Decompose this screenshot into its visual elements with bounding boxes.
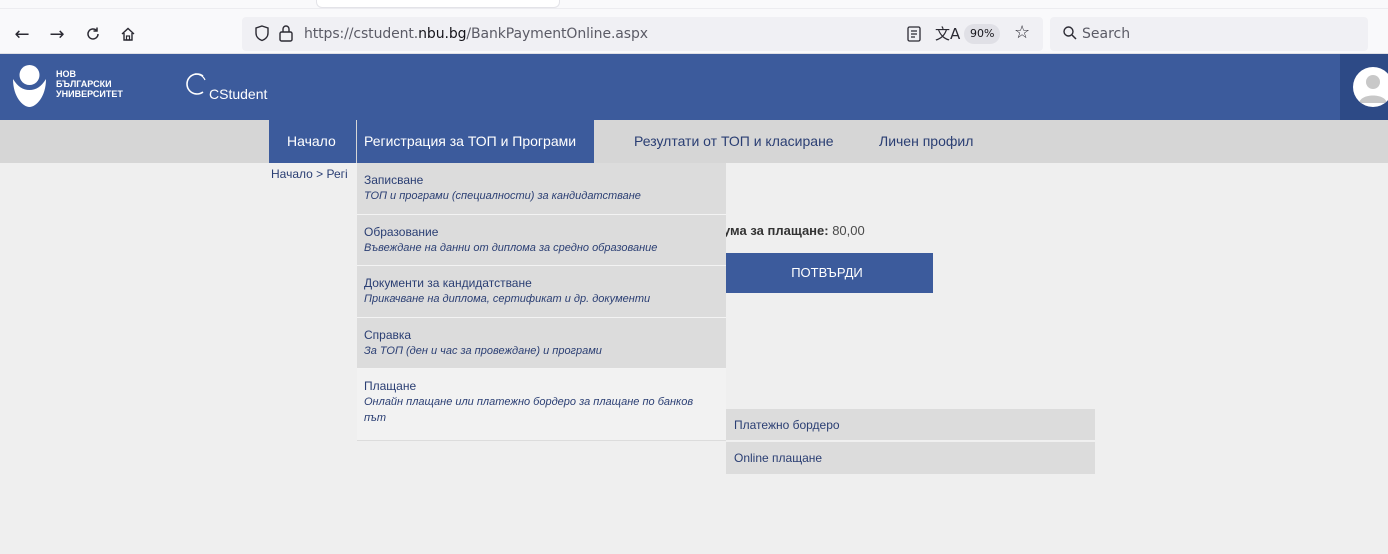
dropdown-item-subtitle: Онлайн плащане или платежно бордеро за п…: [364, 396, 694, 424]
bookmark-star-icon[interactable]: ☆: [1014, 22, 1030, 43]
nav-results[interactable]: Резултати от ТОП и класиране: [634, 120, 834, 163]
lock-icon[interactable]: [278, 24, 294, 42]
main-navigation: Начало Регистрация за ТОП и Програми Рез…: [0, 120, 1388, 163]
nav-registration[interactable]: Регистрация за ТОП и Програми: [357, 120, 595, 163]
user-silhouette-icon: [1359, 75, 1387, 103]
logo-line-3: УНИВЕРСИТЕТ: [56, 89, 123, 99]
site-header: НОВ БЪЛГАРСКИ УНИВЕРСИТЕТ CStudent: [0, 54, 1388, 120]
back-arrow-icon[interactable]: ←: [10, 22, 34, 46]
dropdown-item-title: Записване: [364, 173, 424, 187]
address-bar[interactable]: https://cstudent.nbu.bg/BankPaymentOnlin…: [242, 17, 1043, 51]
dropdown-item-subtitle: Прикачване на диплома, сертификат и др. …: [364, 293, 651, 305]
confirm-button[interactable]: ПОТВЪРДИ: [721, 253, 933, 293]
avatar[interactable]: [1353, 67, 1388, 107]
payment-sum: ума за плащане: 80,00: [723, 223, 865, 238]
search-bar[interactable]: Search: [1050, 17, 1368, 51]
zoom-level-badge[interactable]: 90%: [964, 24, 1001, 44]
payment-sum-label: ума за плащане:: [723, 223, 829, 238]
dropdown-item-title: Документи за кандидатстване: [364, 276, 532, 290]
browser-toolbar: ← → https://cstudent.nbu.bg/BankPaymentO…: [0, 0, 1388, 54]
search-icon: [1063, 26, 1077, 40]
dropdown-item-title: Плащане: [364, 379, 417, 393]
dropdown-item-reference[interactable]: Справка За ТОП (ден и час за провеждане)…: [357, 318, 726, 369]
dropdown-item-subtitle: ТОП и програми (специалности) за кандида…: [364, 190, 641, 202]
payment-sum-value: 80,00: [828, 223, 865, 238]
dropdown-item-documents[interactable]: Документи за кандидатстване Прикачване н…: [357, 266, 726, 318]
home-icon[interactable]: [116, 22, 140, 46]
tab-strip-divider: [0, 8, 1388, 9]
translate-icon[interactable]: 文A: [935, 23, 960, 44]
dropdown-item-enroll[interactable]: Записване ТОП и програми (специалности) …: [357, 163, 726, 215]
nav-profile[interactable]: Личен профил: [879, 120, 973, 163]
dropdown-item-subtitle: За ТОП (ден и час за провеждане) и прогр…: [364, 345, 602, 357]
reload-icon[interactable]: [81, 22, 105, 46]
forward-arrow-icon[interactable]: →: [45, 22, 69, 46]
logo-line-2: БЪЛГАРСКИ: [56, 79, 112, 89]
app-name: CStudent: [209, 86, 268, 102]
dropdown-item-education[interactable]: Образование Въвеждане на данни от диплом…: [357, 215, 726, 266]
cstudent-mark-icon: [186, 73, 206, 95]
browser-tab-edge: [316, 0, 560, 8]
dropdown-item-subtitle: Въвеждане на данни от диплома за средно …: [364, 242, 658, 254]
dropdown-item-title: Справка: [364, 328, 412, 342]
profile-menu[interactable]: [1340, 54, 1388, 120]
breadcrumb[interactable]: Начало > Регі: [271, 167, 348, 181]
submenu-item-online-payment[interactable]: Online плащане: [726, 442, 1095, 474]
nav-home[interactable]: Начало: [269, 120, 356, 163]
reader-view-icon[interactable]: [906, 25, 922, 43]
submenu-item-bank-slip[interactable]: Платежно бордеро: [726, 409, 1095, 441]
dropdown-item-title: Образование: [364, 225, 439, 239]
tracking-shield-icon[interactable]: [253, 24, 271, 42]
nbu-logo-icon[interactable]: [11, 63, 48, 111]
logo-line-1: НОВ: [56, 69, 76, 79]
url-text[interactable]: https://cstudent.nbu.bg/BankPaymentOnlin…: [304, 26, 648, 42]
search-placeholder: Search: [1082, 26, 1131, 42]
dropdown-item-payment[interactable]: Плащане Онлайн плащане или платежно борд…: [357, 369, 726, 441]
university-name: НОВ БЪЛГАРСКИ УНИВЕРСИТЕТ: [56, 69, 123, 99]
